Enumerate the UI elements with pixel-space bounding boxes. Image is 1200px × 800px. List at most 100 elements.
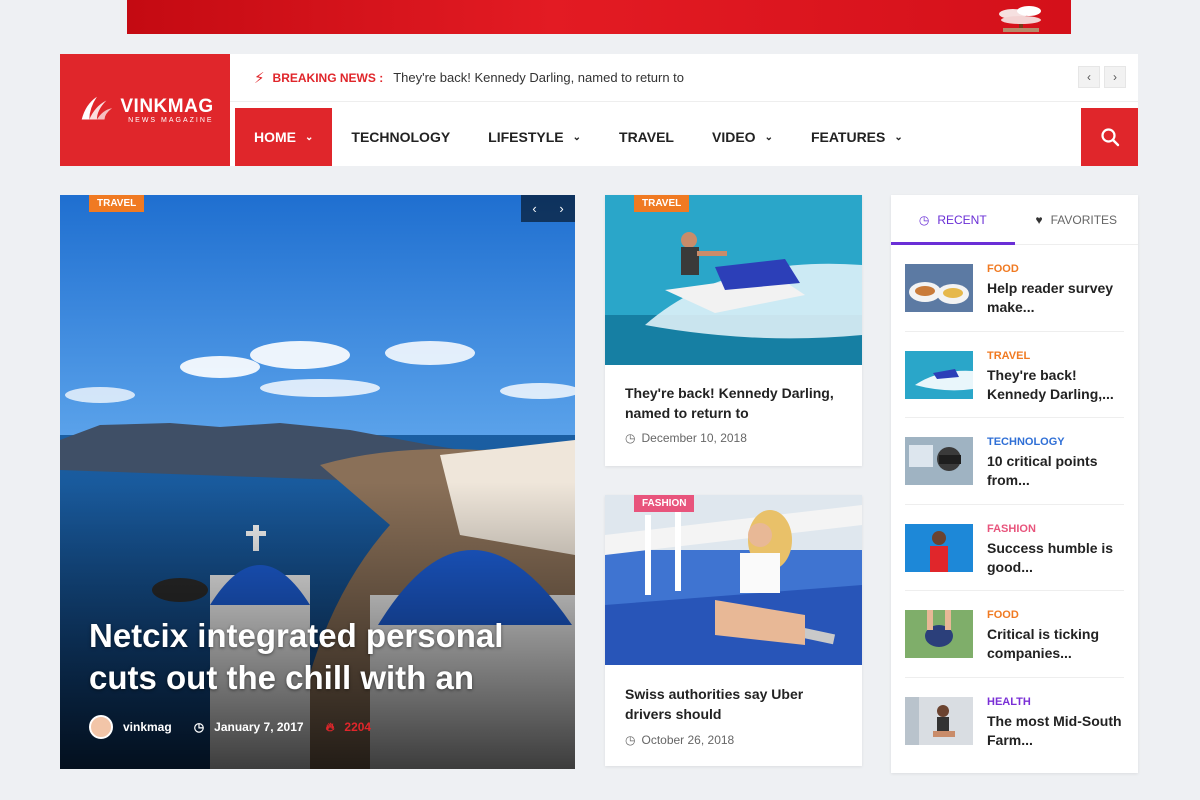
runner-image [905,696,973,745]
post-category[interactable]: FASHION [987,523,1124,535]
post-category[interactable]: HEALTH [987,696,1124,708]
card-date: ◷ October 26, 2018 [625,733,734,747]
post-title[interactable]: Help reader survey make... [987,279,1124,317]
tab-label: FAVORITES [1050,212,1118,227]
slider-next-button[interactable]: › [548,195,575,222]
nav-item-video[interactable]: VIDEO ⌄ [693,108,792,166]
jetski-image [905,350,973,399]
woman-laptop-image [605,495,862,665]
hero-article[interactable]: TRAVEL ‹ › Netcix integrated personal cu… [60,195,575,769]
ticker-prev-button[interactable]: ‹ [1078,66,1100,88]
nav-label: FEATURES [810,129,886,145]
article-card[interactable]: TRAVEL They're back! Kennedy Darling, na… [605,195,862,466]
list-item[interactable]: FASHION Success humble is good... [905,505,1124,592]
nav-item-travel[interactable]: TRAVEL [600,108,693,166]
author-name[interactable]: vinkmag [123,720,172,734]
post-thumbnail [905,696,973,745]
post-info: FOOD Help reader survey make... [987,259,1124,317]
nav-label: HOME [254,129,296,145]
breaking-news-text[interactable]: They're back! Kennedy Darling, named to … [393,70,684,85]
list-item[interactable]: FOOD Critical is ticking companies... [905,591,1124,678]
nav-item-technology[interactable]: TECHNOLOGY [332,108,469,166]
post-info: TRAVEL They're back! Kennedy Darling,... [987,346,1124,404]
fashion-image [905,523,973,572]
tab-favorites[interactable]: ♥ FAVORITES [1015,195,1139,244]
post-category[interactable]: TECHNOLOGY [987,436,1124,448]
nav-label: VIDEO [711,129,756,145]
date-text: December 10, 2018 [641,431,747,445]
fire-icon: 🔥︎ [325,719,335,734]
nav-item-lifestyle[interactable]: LIFESTYLE ⌄ [469,108,600,166]
post-thumbnail [905,264,973,312]
clock-icon: ◷ [625,733,636,747]
vr-headset-image [905,437,973,486]
clock-icon: ◷ [625,431,636,445]
card-title[interactable]: Swiss authorities say Uber drivers shoul… [625,684,845,724]
category-badge[interactable]: FASHION [634,495,695,512]
sidebar-widget: ◷ RECENT ♥ FAVORITES FOOD Help reader su… [891,195,1138,773]
post-thumbnail [905,523,973,572]
ticker-next-button[interactable]: › [1104,66,1126,88]
post-category[interactable]: FOOD [987,609,1124,621]
list-item[interactable]: TRAVEL They're back! Kennedy Darling,... [905,332,1124,419]
card-title[interactable]: They're back! Kennedy Darling, named to … [625,383,845,423]
nav-item-home[interactable]: HOME ⌄ [235,108,333,166]
tab-label: RECENT [937,212,987,227]
post-category[interactable]: TRAVEL [987,350,1124,362]
hero-meta: vinkmag ◷ January 7, 2017 🔥︎ 2204 [89,715,371,739]
nav-label: TECHNOLOGY [351,129,451,145]
post-title[interactable]: The most Mid-South Farm... [987,712,1124,750]
list-item[interactable]: TECHNOLOGY 10 critical points from... [905,418,1124,505]
post-title[interactable]: Success humble is good... [987,539,1124,577]
post-title[interactable]: Critical is ticking companies... [987,625,1124,663]
category-badge[interactable]: TRAVEL [89,195,145,212]
card-thumbnail [605,495,862,665]
top-banner-ad[interactable] [127,0,1071,34]
list-item[interactable]: HEALTH The most Mid-South Farm... [905,678,1124,765]
nav-item-features[interactable]: FEATURES ⌄ [792,108,922,166]
logo-wings-icon [82,96,113,120]
search-button[interactable] [1081,108,1138,166]
card-date: ◷ December 10, 2018 [625,431,747,445]
post-thumbnail [905,350,973,399]
nav-label: TRAVEL [619,129,674,145]
clock-icon: ◷ [918,212,930,227]
food-image [905,264,973,312]
post-thumbnail [905,610,973,659]
article-card[interactable]: FASHION Swiss authorities say Uber drive… [605,495,862,766]
hero-title[interactable]: Netcix integrated personal cuts out the … [89,615,539,699]
card-thumbnail [605,195,862,365]
breaking-news-label: BREAKING NEWS : [272,70,384,85]
hero-slider-nav: ‹ › [521,195,575,222]
chevron-down-icon: ⌄ [764,131,773,143]
post-info: TECHNOLOGY 10 critical points from... [987,432,1124,490]
category-badge[interactable]: TRAVEL [634,195,690,212]
chevron-down-icon: ⌄ [572,131,582,143]
ticker-nav: ‹ › [1078,66,1126,88]
nav-label: LIFESTYLE [488,129,564,145]
chevron-down-icon: ⌄ [894,131,903,143]
bolt-icon: ⚡︎ [254,69,265,87]
list-item[interactable]: FOOD Help reader survey make... [905,245,1124,332]
search-icon [1100,128,1119,147]
post-title[interactable]: 10 critical points from... [987,452,1124,490]
post-title[interactable]: They're back! Kennedy Darling,... [987,366,1124,404]
slider-prev-button[interactable]: ‹ [521,195,548,222]
heart-icon: ♥ [1035,212,1043,227]
post-info: HEALTH The most Mid-South Farm... [987,692,1124,751]
breaking-news-bar: ⚡︎ BREAKING NEWS : They're back! Kennedy… [230,54,1138,102]
avatar[interactable] [89,715,113,739]
logo-tagline: NEWS MAGAZINE [128,116,214,124]
tab-recent[interactable]: ◷ RECENT [891,195,1015,245]
post-category[interactable]: FOOD [987,263,1124,275]
post-date: January 7, 2017 [214,720,304,734]
recent-post-list: FOOD Help reader survey make... TRAVEL T… [891,245,1138,765]
view-count: 2204 [344,720,372,734]
logo-text: VINKMAG NEWS MAGAZINE [120,96,214,124]
site-logo[interactable]: VINKMAG NEWS MAGAZINE [60,54,230,166]
bonsai-tree-icon [999,6,1041,32]
chevron-down-icon: ⌄ [305,131,314,143]
clock-icon: ◷ [193,720,205,734]
jetski-image [605,195,862,365]
post-info: FASHION Success humble is good... [987,519,1124,577]
